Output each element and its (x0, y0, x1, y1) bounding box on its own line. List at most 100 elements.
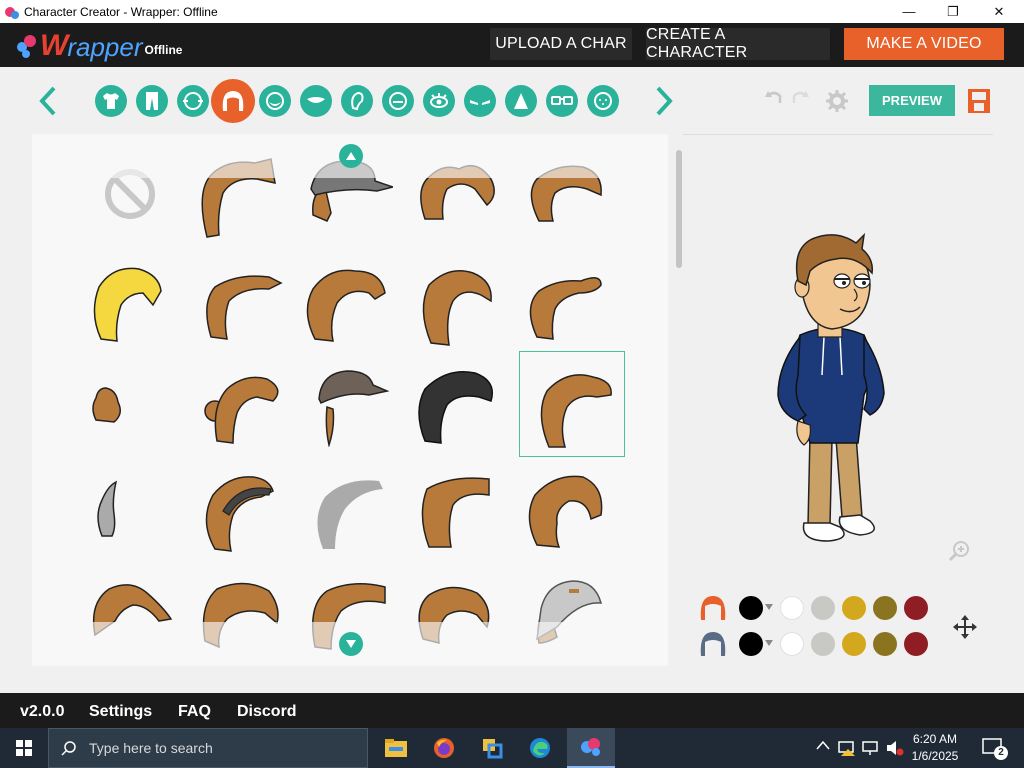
app-header: W rapper Offline UPLOAD A CHAR CREATE A … (0, 23, 1024, 67)
shirt-icon (103, 93, 119, 109)
ear-icon (351, 91, 364, 111)
windows-logo-icon (16, 740, 32, 756)
undo-icon[interactable] (765, 89, 783, 105)
hair-option[interactable] (294, 456, 398, 560)
preview-button[interactable]: PREVIEW (869, 85, 955, 116)
hair-thumbnail (318, 370, 389, 447)
create-character-button[interactable]: CREATE A CHARACTER (646, 26, 830, 61)
folder-icon (385, 739, 407, 757)
hair-option[interactable] (186, 458, 290, 562)
hair-option[interactable] (186, 250, 290, 354)
hair-option[interactable] (400, 350, 504, 454)
category-mouth[interactable] (300, 85, 332, 117)
hair-thumbnail (206, 275, 283, 340)
taskbar-search[interactable]: Type here to search (48, 728, 368, 768)
category-face-shape[interactable] (177, 85, 209, 117)
hair-option[interactable] (400, 456, 504, 560)
hair-option[interactable] (404, 142, 508, 246)
category-hair[interactable] (211, 79, 255, 123)
taskbar-edge[interactable] (516, 728, 564, 768)
hair-option-selected[interactable] (519, 351, 625, 457)
color-swatch[interactable] (904, 632, 928, 656)
color-swatch[interactable] (739, 596, 763, 620)
gear-icon[interactable] (826, 90, 848, 112)
chevron-left-icon[interactable] (36, 85, 60, 117)
scroll-up-button[interactable] (339, 144, 363, 168)
hair-option[interactable] (76, 250, 180, 354)
category-eyes[interactable] (423, 85, 455, 117)
network-warning-icon[interactable] (838, 740, 856, 756)
taskbar-app-sandbox[interactable] (468, 728, 516, 768)
clock-time: 6:20 AM (912, 732, 958, 746)
volume-muted-icon[interactable] (886, 740, 904, 756)
category-ear[interactable] (341, 85, 373, 117)
notification-center[interactable]: 2 (982, 738, 1008, 760)
taskbar-firefox[interactable] (420, 728, 468, 768)
color-swatch[interactable] (780, 632, 804, 656)
category-eyebrows[interactable] (464, 85, 496, 117)
hair-option[interactable] (56, 350, 160, 454)
hair-option[interactable] (402, 250, 506, 354)
category-face-detail[interactable] (587, 85, 619, 117)
display-icon[interactable] (862, 740, 880, 756)
redo-icon[interactable] (791, 89, 809, 105)
character-preview[interactable] (760, 225, 900, 550)
discord-link[interactable]: Discord (237, 703, 297, 721)
hair-option[interactable] (56, 456, 160, 560)
color-swatch[interactable] (780, 596, 804, 620)
hair-option-none[interactable] (78, 142, 182, 246)
color-swatch[interactable] (811, 632, 835, 656)
hair-option[interactable] (186, 350, 290, 454)
hair-option[interactable] (78, 556, 182, 660)
hair-option[interactable] (186, 556, 290, 660)
scroll-down-button[interactable] (339, 632, 363, 656)
color-swatch[interactable] (904, 596, 928, 620)
restore-button[interactable]: ❐ (930, 0, 976, 23)
taskbar-wrapper-offline[interactable] (567, 728, 615, 768)
category-beard[interactable] (259, 85, 291, 117)
hair-thumbnail (201, 158, 276, 238)
save-icon[interactable] (968, 89, 990, 113)
hair-thumbnail (205, 476, 274, 552)
chevron-up-icon[interactable] (816, 740, 830, 750)
category-shirt[interactable] (95, 85, 127, 117)
hair-option[interactable] (510, 250, 614, 354)
move-icon[interactable] (953, 615, 977, 639)
close-button[interactable]: ✕ (976, 0, 1022, 23)
taskbar-file-explorer[interactable] (372, 728, 420, 768)
swatch-dropdown-icon[interactable] (765, 640, 773, 646)
color-swatch[interactable] (811, 596, 835, 620)
settings-link[interactable]: Settings (89, 703, 152, 721)
hair-option[interactable] (292, 250, 396, 354)
color-swatch[interactable] (873, 632, 897, 656)
hair-thumbnail (418, 586, 490, 644)
hair-option[interactable] (400, 556, 504, 660)
color-swatch[interactable] (873, 596, 897, 620)
category-pants[interactable] (136, 85, 168, 117)
grid-scrollbar-thumb[interactable] (676, 150, 682, 268)
chevron-right-icon[interactable] (652, 85, 676, 117)
zoom-in-icon[interactable] (948, 540, 970, 562)
hair-option[interactable] (292, 350, 396, 454)
category-glasses[interactable] (546, 85, 578, 117)
color-swatch[interactable] (842, 596, 866, 620)
category-nose[interactable] (382, 85, 414, 117)
wrapper-logo[interactable]: W rapper Offline (16, 27, 182, 63)
hair-option[interactable] (510, 456, 614, 560)
taskbar-clock[interactable]: 6:20 AM 1/6/2025 (905, 731, 965, 765)
minimize-button[interactable]: — (886, 0, 932, 23)
hair-option[interactable] (510, 142, 614, 246)
make-video-button[interactable]: MAKE A VIDEO (844, 28, 1004, 60)
swatch-dropdown-icon[interactable] (765, 604, 773, 610)
color-swatch[interactable] (739, 632, 763, 656)
faq-link[interactable]: FAQ (178, 703, 211, 721)
category-hat[interactable] (505, 85, 537, 117)
hair-thumbnail (306, 269, 386, 342)
hair-option[interactable] (510, 556, 614, 660)
window-titlebar: Character Creator - Wrapper: Offline — ❐… (0, 0, 1024, 23)
upload-char-button[interactable]: UPLOAD A CHAR (490, 28, 632, 60)
color-swatch[interactable] (842, 632, 866, 656)
hair-option[interactable] (186, 142, 290, 246)
version-label: v2.0.0 (20, 703, 65, 720)
start-button[interactable] (0, 728, 48, 768)
